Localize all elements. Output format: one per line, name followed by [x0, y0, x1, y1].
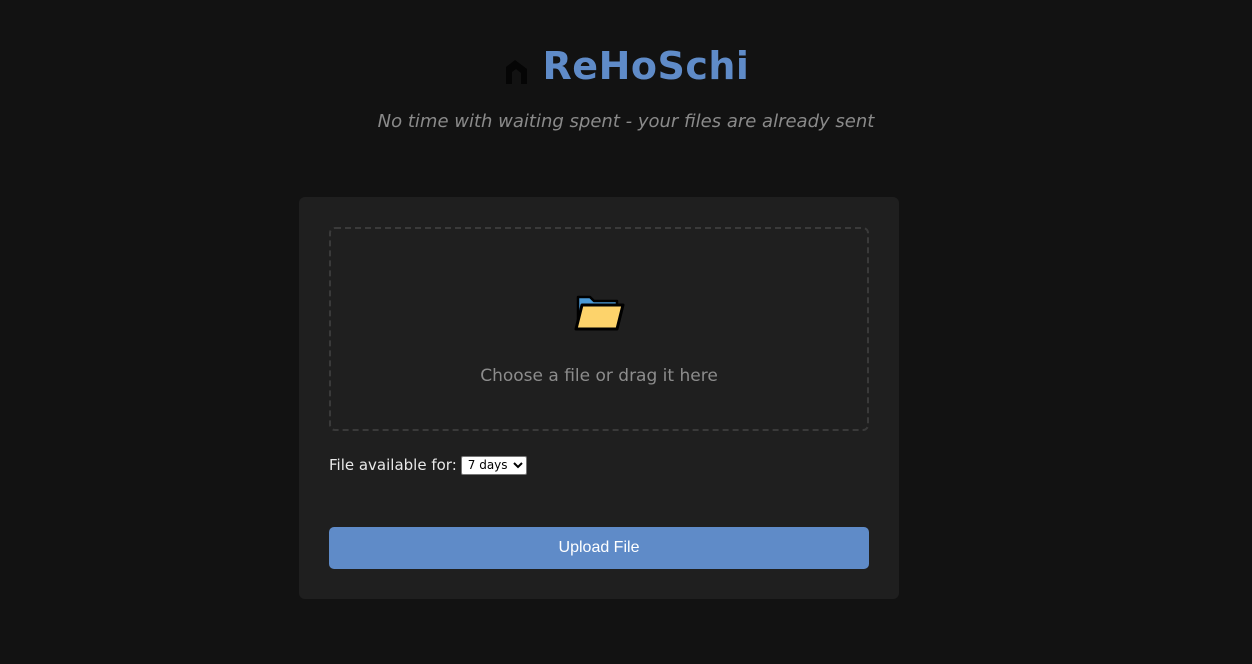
upload-button[interactable]: Upload File: [329, 527, 869, 569]
upload-card: Choose a file or drag it here File avail…: [299, 197, 899, 599]
file-dropzone[interactable]: Choose a file or drag it here: [329, 227, 869, 431]
dropzone-text: Choose a file or drag it here: [480, 366, 718, 386]
brand-header: ReHoSchi: [0, 44, 1252, 88]
rehoschi-logo-icon: [505, 60, 527, 84]
app-title: ReHoSchi: [542, 44, 750, 88]
tagline: No time with waiting spent - your files …: [377, 111, 875, 132]
folder-icon: [574, 295, 625, 331]
availability-label: File available for:: [329, 456, 457, 474]
availability-select[interactable]: 7 days: [460, 455, 527, 475]
page: ReHoSchi No time with waiting spent - yo…: [0, 0, 1252, 664]
availability-row: File available for: 7 days: [329, 455, 527, 475]
